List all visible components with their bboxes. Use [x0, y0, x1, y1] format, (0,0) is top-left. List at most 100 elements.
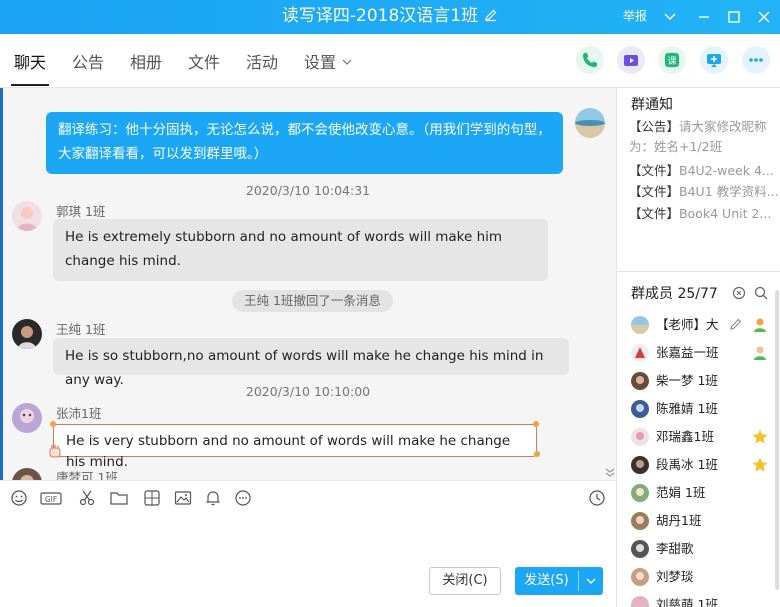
member-item[interactable]: 张嘉益一班 [631, 340, 780, 368]
admin-badge-icon [754, 318, 766, 332]
avatar[interactable] [12, 468, 42, 480]
member-name: 张嘉益一班 [656, 345, 719, 360]
notice-tag: 【文件】 [629, 206, 680, 221]
member-name: 邓瑞鑫1班 [656, 429, 714, 444]
notice-tag: 【公告】 [629, 119, 680, 134]
tab-chat[interactable]: 聊天 [10, 34, 50, 88]
send-button[interactable]: 发送(S) [515, 567, 603, 595]
avatar [631, 316, 649, 334]
notice-text: 为：姓名+1/2班 [629, 139, 723, 154]
scissors-icon[interactable] [77, 488, 97, 508]
notice-text: Book4 Unit 2... [679, 206, 772, 221]
sticker-icon[interactable] [142, 488, 162, 508]
more-options-button[interactable] [742, 46, 770, 74]
folder-icon[interactable] [109, 488, 129, 508]
message-bubble[interactable]: He is very stubborn and no amount of wor… [53, 424, 537, 470]
star-icon [752, 457, 768, 472]
class-button[interactable]: 课 [658, 46, 686, 74]
edit-icon[interactable] [729, 317, 743, 331]
close-icon[interactable] [754, 7, 774, 27]
tab-album[interactable]: 相册 [130, 34, 162, 88]
avatar [631, 344, 649, 362]
chevron-down-icon [342, 59, 352, 65]
history-icon[interactable] [587, 488, 607, 508]
chat-message-area[interactable]: 翻译练习：他十分固执，无论怎么说，都不会使他改变心意。（用我们学到的句型，大家翻… [0, 88, 616, 480]
avatar[interactable] [575, 108, 605, 138]
tab-files[interactable]: 文件 [188, 34, 220, 88]
member-item[interactable]: 胡丹1班 [631, 508, 780, 536]
member-name: 段禹冰 1班 [656, 457, 718, 472]
member-name: 柴一梦 1班 [656, 373, 718, 388]
member-name: 范娟 1班 [656, 485, 706, 500]
image-icon[interactable] [173, 488, 193, 508]
hand-sticker-icon [49, 444, 61, 458]
scroll-down-icon[interactable] [604, 466, 616, 478]
report-button[interactable]: 举报 [623, 0, 647, 32]
member-item[interactable]: 段禹冰 1班 [631, 452, 780, 480]
member-item[interactable]: 邓瑞鑫1班 [631, 424, 780, 452]
emoji-icon[interactable] [9, 488, 29, 508]
chevron-down-icon[interactable] [660, 7, 680, 27]
member-name: 刘慈萌 1班 [656, 597, 718, 607]
tab-settings-label: 设置 [304, 53, 337, 72]
more-icon [749, 58, 763, 62]
message-bubble[interactable]: He is extremely stubborn and no amount o… [53, 219, 548, 281]
sender-name: 郭琪 1班 [56, 204, 106, 219]
tab-activities[interactable]: 活动 [246, 34, 278, 88]
maximize-icon[interactable] [724, 7, 744, 27]
svg-text:GIF: GIF [45, 495, 57, 504]
svg-text:课: 课 [667, 56, 676, 67]
message-bubble-self[interactable]: 翻译练习：他十分固执，无论怎么说，都不会使他改变心意。（用我们学到的句型，大家翻… [46, 112, 563, 174]
voice-call-button[interactable] [576, 46, 604, 74]
phone-icon [583, 53, 597, 67]
admin-badge-icon [754, 346, 766, 360]
notice-item[interactable]: 【文件】B4U1 教学资料... [629, 181, 779, 202]
member-item[interactable]: 【老师】大 [631, 312, 780, 340]
notice-item[interactable]: 【文件】Book4 Unit 2... [629, 203, 779, 224]
notice-text: B4U1 教学资料... [679, 184, 779, 199]
send-divider [578, 571, 579, 591]
member-item[interactable]: 范娟 1班 [631, 480, 780, 508]
member-name: 【老师】大 [656, 317, 719, 332]
notice-text: 请大家修改昵称 [679, 119, 767, 134]
avatar [631, 596, 649, 607]
edit-title-icon[interactable] [484, 8, 498, 22]
sidebar-scrollbar[interactable] [775, 290, 779, 590]
close-button[interactable]: 关闭(C) [429, 567, 501, 595]
window-title-text: 读写译四-2018汉语言1班 [281, 6, 479, 26]
avatar[interactable] [12, 201, 42, 231]
member-item[interactable]: 柴一梦 1班 [631, 368, 780, 396]
avatar [631, 512, 649, 530]
avatar [631, 484, 649, 502]
member-item[interactable]: 陈雅婧 1班 [631, 396, 780, 424]
chevron-down-icon[interactable] [585, 576, 597, 586]
sender-name: 王纯 1班 [56, 322, 106, 337]
video-call-button[interactable] [617, 46, 645, 74]
avatar [631, 428, 649, 446]
avatar[interactable] [12, 403, 42, 433]
tab-settings[interactable]: 设置 [304, 34, 352, 88]
tab-announcements[interactable]: 公告 [72, 34, 104, 88]
notice-tag: 【文件】 [629, 163, 680, 178]
notice-item[interactable]: 为：姓名+1/2班 [629, 136, 779, 157]
minimize-icon[interactable] [694, 7, 714, 27]
share-screen-button[interactable] [700, 46, 728, 74]
member-item[interactable]: 刘慈萌 1班 [631, 592, 780, 607]
avatar [631, 540, 649, 558]
member-name: 李甜歌 [656, 541, 694, 556]
notice-item[interactable]: 【文件】B4U2-week 4... [629, 160, 779, 181]
bell-icon[interactable] [203, 488, 223, 508]
member-item[interactable]: 李甜歌 [631, 536, 780, 564]
message-bubble[interactable]: He is so stubborn,no amount of words wil… [53, 338, 569, 388]
video-icon [624, 55, 638, 66]
search-icon[interactable] [753, 285, 769, 301]
more-dots-icon[interactable] [233, 488, 253, 508]
member-settings-icon[interactable] [731, 285, 747, 301]
member-name: 陈雅婧 1班 [656, 401, 718, 416]
member-item[interactable]: 刘梦琰 [631, 564, 780, 592]
avatar[interactable] [12, 319, 42, 349]
gif-icon[interactable]: GIF [39, 488, 65, 508]
share-icon [707, 54, 721, 67]
notice-item[interactable]: 【公告】请大家修改昵称 [629, 116, 779, 137]
notice-tag: 【文件】 [629, 184, 680, 199]
